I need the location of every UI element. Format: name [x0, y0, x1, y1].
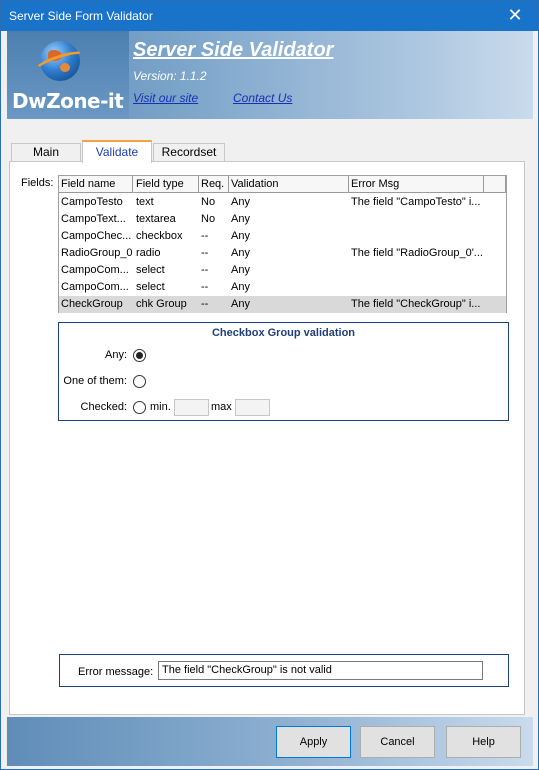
column-header-filler [484, 176, 506, 193]
cell-error-msg [349, 262, 484, 279]
table-row[interactable]: CampoText... textarea No Any [59, 211, 506, 228]
cell-field-type: textarea [136, 213, 176, 225]
cell-validation: Any [231, 298, 250, 310]
tab-main[interactable]: Main [11, 143, 81, 162]
table-row[interactable]: CampoTesto text No Any The field "CampoTesto… [59, 194, 506, 211]
fields-label: Fields: [21, 177, 54, 189]
cell-field-type: checkbox [136, 230, 183, 242]
max-input[interactable] [235, 399, 270, 416]
dialog-window: Server Side Form Validator ✕ DwZone-it S… [0, 0, 539, 770]
cell-req: -- [201, 230, 209, 242]
error-message-box: Error message: The field "CheckGroup" is… [59, 654, 509, 687]
window-title: Server Side Form Validator [9, 9, 153, 23]
cell-field-type: radio [136, 247, 161, 259]
table-row[interactable]: CheckGroup chk Group -- Any The field "Check… [59, 296, 506, 313]
cell-error-msg: The field "CampoTesto" i... [351, 196, 481, 208]
cell-req: -- [201, 298, 209, 310]
radio-one-of-them[interactable] [133, 375, 146, 388]
apply-button[interactable]: Apply [276, 726, 351, 758]
group-title: Checkbox Group validation [211, 327, 356, 339]
radio-checked[interactable] [133, 401, 146, 414]
cell-validation: Any [231, 264, 250, 276]
table-row[interactable]: RadioGroup_0 radio -- Any The field "RadioGr… [59, 245, 506, 262]
cell-field-name: CampoTesto [61, 196, 123, 208]
table-row[interactable]: CampoCom... select -- Any [59, 262, 506, 279]
cell-field-type: text [136, 196, 154, 208]
tab-recordset[interactable]: Recordset [153, 143, 225, 162]
title-bar: Server Side Form Validator ✕ [1, 1, 538, 31]
cell-req: -- [201, 264, 209, 276]
logo-text: DwZone-it [12, 89, 124, 113]
error-message-input[interactable]: The field "CheckGroup" is not valid [158, 661, 483, 680]
logo: DwZone-it [7, 31, 129, 119]
contact-us-link[interactable]: Contact Us [233, 91, 292, 105]
column-header-field-name[interactable]: Field name [59, 176, 133, 193]
cell-req: No [201, 196, 216, 208]
column-header-error-msg[interactable]: Error Msg [349, 176, 484, 193]
table-header: Field name Field type Req. Validation Er… [59, 176, 506, 193]
cell-validation: Any [231, 281, 250, 293]
header-banner: DwZone-it Server Side Validator Version:… [7, 31, 533, 119]
min-label: min. [150, 401, 171, 413]
cell-validation: Any [231, 196, 250, 208]
option-one-of-label: One of them: [63, 375, 127, 387]
help-button[interactable]: Help [446, 726, 521, 758]
cell-field-name: RadioGroup_0 [61, 247, 133, 259]
cell-error-msg [349, 211, 484, 228]
cell-validation: Any [231, 247, 250, 259]
cell-error-msg: The field "CheckGroup" i... [351, 298, 481, 310]
table-row[interactable]: CampoChec... checkbox -- Any [59, 228, 506, 245]
globe-icon [33, 41, 87, 81]
option-checked-label: Checked: [80, 401, 127, 413]
cell-validation: Any [231, 213, 250, 225]
cell-field-name: CampoCom... [61, 264, 129, 276]
cell-field-name: CampoCom... [61, 281, 129, 293]
min-input[interactable] [174, 399, 209, 416]
column-header-req[interactable]: Req. [199, 176, 229, 193]
checkbox-group-validation: Checkbox Group validation Any: One of th… [58, 322, 509, 421]
column-header-validation[interactable]: Validation [229, 176, 349, 193]
cell-field-type: chk Group [136, 298, 187, 310]
cell-field-type: select [136, 281, 165, 293]
cell-req: -- [201, 247, 209, 259]
cell-validation: Any [231, 230, 250, 242]
cell-field-name: CampoText... [61, 213, 126, 225]
cell-error-msg: The field "RadioGroup_0'... [351, 247, 483, 259]
cell-error-msg [349, 279, 484, 296]
max-label: max [211, 401, 232, 413]
app-title: Server Side Validator [133, 39, 334, 61]
column-header-field-type[interactable]: Field type [134, 176, 199, 193]
radio-selected-dot [136, 352, 143, 359]
cell-error-msg [349, 228, 484, 245]
fields-table[interactable]: Field name Field type Req. Validation Er… [58, 175, 507, 313]
table-row[interactable]: CampoCom... select -- Any [59, 279, 506, 296]
app-version: Version: 1.1.2 [133, 69, 207, 83]
cell-field-type: select [136, 264, 165, 276]
radio-any[interactable] [133, 349, 146, 362]
cancel-button[interactable]: Cancel [360, 726, 435, 758]
tab-validate[interactable]: Validate [82, 140, 152, 163]
visit-site-link[interactable]: Visit our site [133, 91, 198, 105]
cell-req: -- [201, 281, 209, 293]
close-icon[interactable]: ✕ [492, 1, 538, 31]
cell-field-name: CampoChec... [61, 230, 132, 242]
option-any-label: Any: [104, 349, 127, 361]
error-message-label: Error message: [78, 666, 154, 678]
cell-req: No [201, 213, 216, 225]
cell-field-name: CheckGroup [61, 298, 123, 310]
button-bar: Apply Cancel Help [7, 717, 533, 766]
